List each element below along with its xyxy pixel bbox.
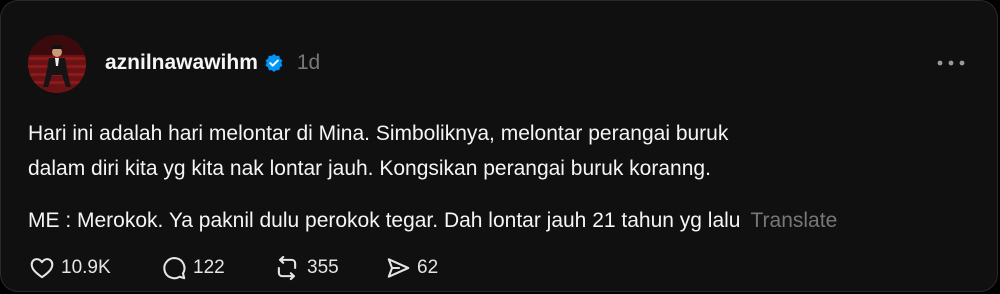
repost-count: 355: [307, 257, 339, 278]
avatar[interactable]: [28, 35, 86, 93]
post-text-line: Hari ini adalah hari melontar di Mina. S…: [28, 122, 729, 145]
reply-button[interactable]: 122: [161, 255, 273, 281]
like-count: 10.9K: [61, 257, 111, 278]
reply-count: 122: [193, 257, 225, 278]
verified-badge-icon: [264, 53, 284, 73]
username[interactable]: aznilnawawihm: [105, 51, 258, 75]
share-count: 62: [417, 257, 439, 278]
action-bar: 10.9K 122 355 62: [29, 253, 465, 283]
share-button[interactable]: 62: [385, 255, 465, 281]
post-timestamp[interactable]: 1d: [297, 51, 320, 75]
repost-icon: [277, 255, 297, 281]
post-header: aznilnawawihm 1d: [105, 47, 320, 79]
like-button[interactable]: 10.9K: [29, 255, 161, 281]
more-dots-icon: [937, 60, 965, 66]
avatar-image: [28, 35, 86, 93]
post-body: Hari ini adalah hari melontar di Mina. S…: [28, 116, 957, 238]
post-text-paragraph: ME : Merokok. Ya paknil dulu perokok teg…: [28, 203, 957, 238]
heart-icon: [30, 258, 54, 279]
repost-button[interactable]: 355: [273, 255, 385, 281]
post-text-line: ME : Merokok. Ya paknil dulu perokok teg…: [28, 209, 741, 232]
thread-post-card: aznilnawawihm 1d Hari ini adalah hari me…: [0, 0, 998, 292]
post-text-line: dalam diri kita yg kita nak lontar jauh.…: [28, 157, 711, 180]
send-icon: [387, 258, 410, 278]
translate-link[interactable]: Translate: [750, 209, 837, 232]
comment-bubble-icon: [163, 257, 186, 280]
more-options-button[interactable]: [935, 51, 967, 75]
